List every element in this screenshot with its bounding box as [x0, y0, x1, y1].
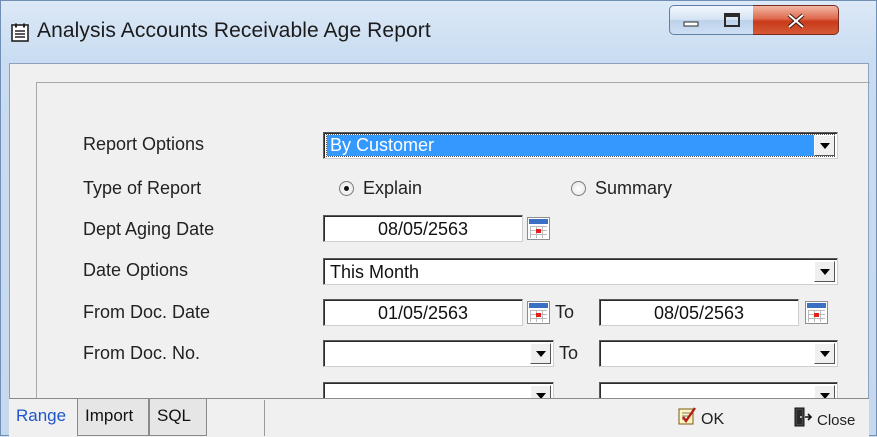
ok-label: OK	[701, 411, 725, 429]
tab-sql[interactable]: SQL	[149, 399, 207, 436]
minimize-button[interactable]	[669, 5, 712, 35]
report-window: Analysis Accounts Receivable Age Report …	[0, 0, 877, 437]
bottom-tab-bar: Range Import SQL OK Close	[9, 398, 869, 437]
title-bar[interactable]: Analysis Accounts Receivable Age Report	[1, 1, 876, 65]
calendar-icon[interactable]	[805, 301, 828, 324]
calendar-icon[interactable]	[527, 217, 550, 240]
close-button[interactable]: Close	[793, 406, 855, 430]
close-icon	[787, 13, 805, 29]
to-doc-no-label: To	[559, 343, 579, 363]
to-date-label: To	[555, 302, 575, 322]
minimize-icon	[683, 21, 699, 27]
report-options-value: By Customer	[326, 134, 835, 157]
maximize-button[interactable]	[711, 5, 754, 35]
from-doc-date-field[interactable]: 01/05/2563	[323, 299, 523, 326]
date-options-value: This Month	[330, 262, 420, 282]
chevron-down-icon[interactable]	[530, 343, 551, 364]
to-doc-no-select[interactable]	[599, 340, 838, 367]
dept-aging-date-field[interactable]: 08/05/2563	[323, 215, 523, 242]
toolbar-divider	[264, 400, 265, 436]
date-options-label: Date Options	[83, 260, 189, 280]
chevron-down-icon[interactable]	[814, 343, 835, 364]
to-doc-date-value: 08/05/2563	[653, 303, 745, 323]
to-doc-date-field[interactable]: 08/05/2563	[599, 299, 799, 326]
tab-import[interactable]: Import	[77, 399, 149, 436]
calendar-icon[interactable]	[527, 301, 550, 324]
summary-radio[interactable]	[571, 181, 586, 196]
summary-radio-label[interactable]: Summary	[595, 178, 672, 199]
document-icon	[11, 23, 29, 42]
explain-radio[interactable]	[339, 181, 354, 196]
dept-aging-date-label: Dept Aging Date	[83, 219, 215, 239]
exit-door-icon	[793, 406, 813, 436]
date-options-select[interactable]: This Month	[323, 258, 838, 285]
client-area: Report Options By Customer Type of Repor…	[9, 63, 870, 437]
from-doc-date-value: 01/05/2563	[377, 303, 469, 323]
report-options-label: Report Options	[83, 134, 205, 154]
chevron-down-icon[interactable]	[814, 261, 835, 282]
close-window-button[interactable]	[753, 5, 839, 35]
dept-aging-date-value: 08/05/2563	[377, 219, 469, 239]
from-doc-no-select[interactable]	[323, 340, 554, 367]
close-label: Close	[817, 411, 856, 429]
report-options-select[interactable]: By Customer	[323, 132, 838, 159]
from-doc-date-label: From Doc. Date	[83, 302, 211, 322]
type-of-report-label: Type of Report	[83, 178, 202, 198]
tab-range[interactable]: Range	[9, 399, 74, 436]
chevron-down-icon[interactable]	[814, 135, 835, 156]
window-title: Analysis Accounts Receivable Age Report	[37, 19, 431, 42]
ok-icon	[677, 406, 697, 434]
maximize-icon	[724, 13, 740, 27]
ok-button[interactable]: OK	[677, 406, 724, 430]
explain-radio-label[interactable]: Explain	[363, 178, 422, 199]
range-panel: Report Options By Customer Type of Repor…	[36, 82, 870, 406]
from-doc-no-label: From Doc. No.	[83, 343, 201, 363]
